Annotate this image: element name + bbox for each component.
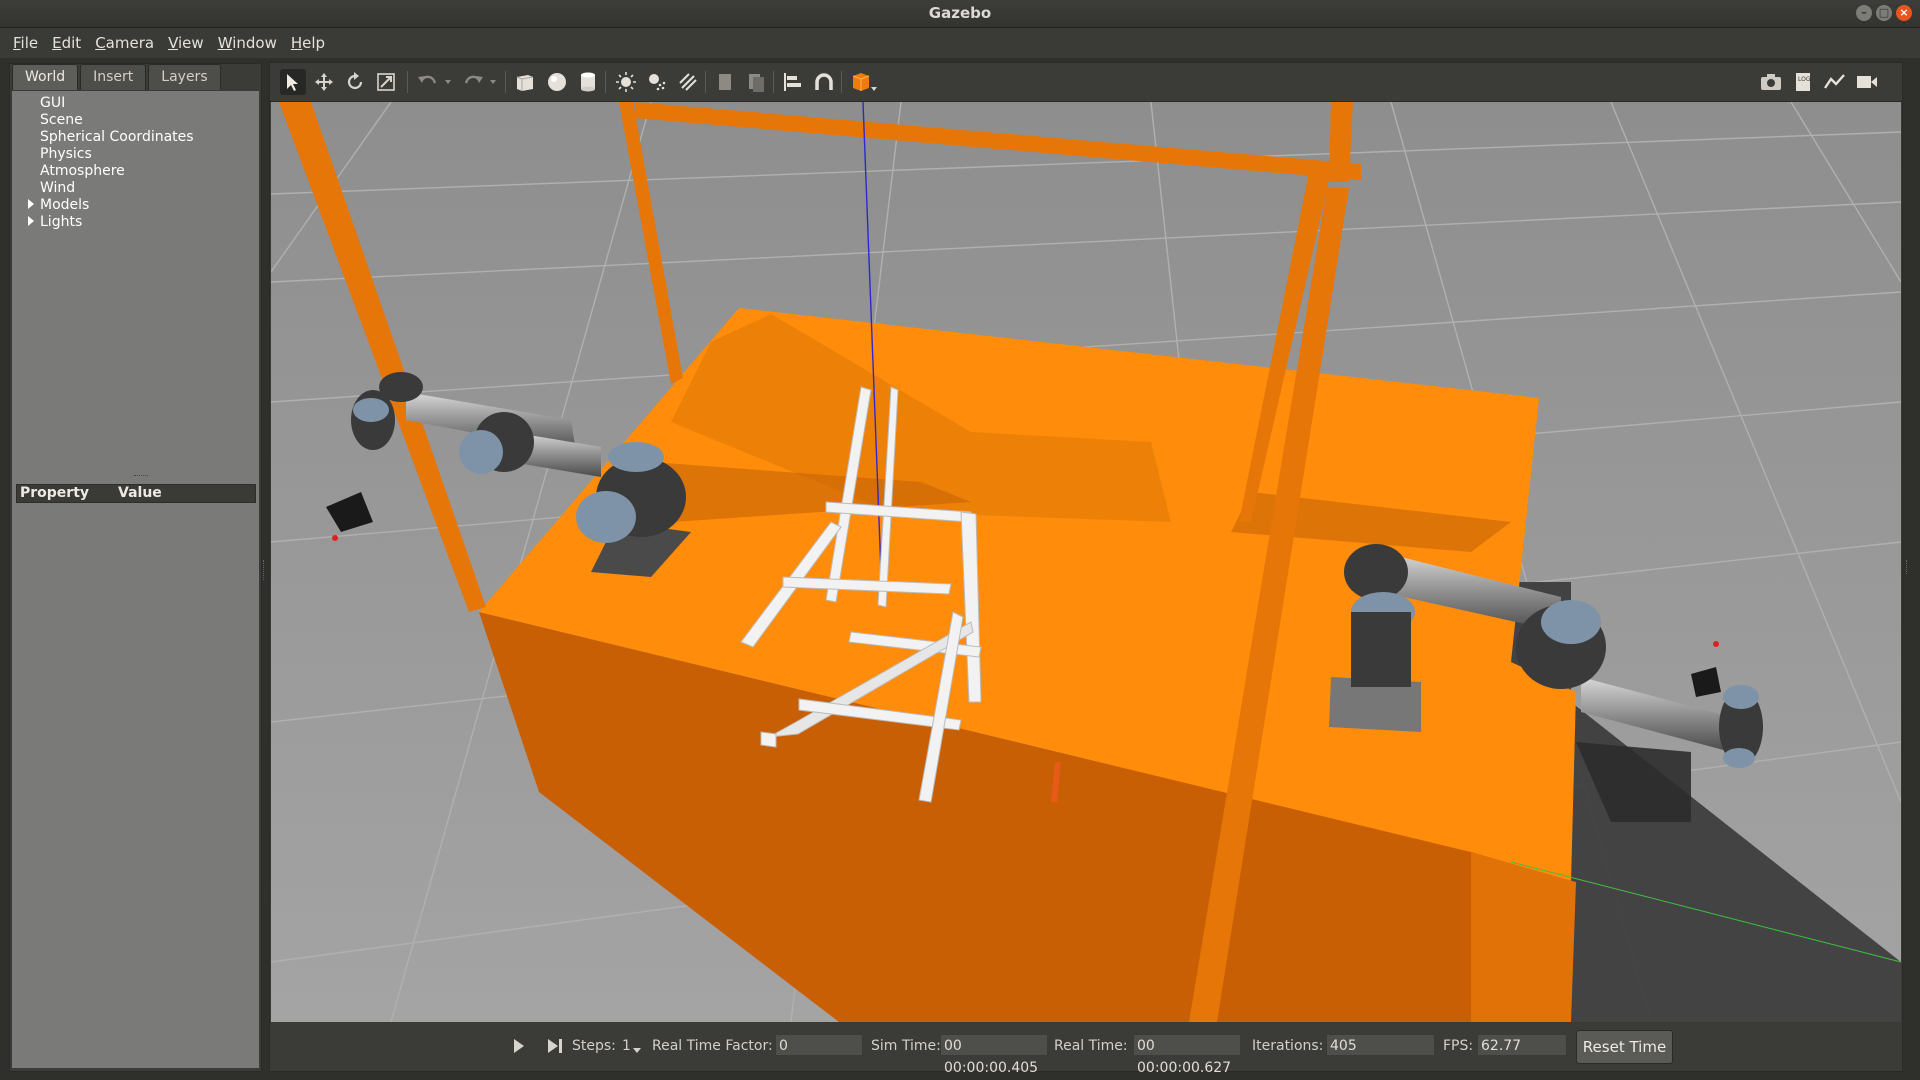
- redo-icon[interactable]: [460, 69, 486, 95]
- directional-light-icon[interactable]: [675, 69, 701, 95]
- scene-render: [271, 102, 1901, 1022]
- menu-camera[interactable]: Camera: [88, 34, 161, 52]
- undo-dropdown-icon[interactable]: [441, 69, 455, 95]
- world-tree: GUI Scene Spherical Coordinates Physics …: [12, 91, 259, 471]
- tree-item-wind[interactable]: Wind: [40, 180, 75, 196]
- menu-view[interactable]: View: [161, 34, 211, 52]
- snap-icon[interactable]: [811, 69, 837, 95]
- tab-insert[interactable]: Insert: [80, 64, 147, 90]
- tree-item-atmosphere[interactable]: Atmosphere: [40, 163, 125, 179]
- minimize-icon[interactable]: –: [1856, 5, 1872, 21]
- cylinder-icon[interactable]: [575, 69, 601, 95]
- menu-file[interactable]: File: [6, 34, 45, 52]
- property-panel: Property Value: [12, 484, 259, 1068]
- translate-icon[interactable]: [311, 69, 337, 95]
- view-angle-icon[interactable]: [848, 69, 882, 95]
- paste-icon[interactable]: [743, 69, 769, 95]
- real-time-factor-field: 0: [775, 1034, 863, 1056]
- title-bar: Gazebo – □ ×: [0, 0, 1920, 28]
- plot-icon[interactable]: [1822, 69, 1848, 95]
- menu-edit[interactable]: Edit: [45, 34, 88, 52]
- tree-item-physics[interactable]: Physics: [40, 146, 92, 162]
- real-time-field: 00 00:00:00.627: [1133, 1034, 1241, 1076]
- rotate-icon[interactable]: [342, 69, 368, 95]
- log-icon[interactable]: LOG: [1790, 69, 1816, 95]
- fps-field: 62.77: [1477, 1034, 1567, 1056]
- close-icon[interactable]: ×: [1896, 5, 1912, 21]
- expand-arrow-icon[interactable]: [28, 199, 34, 209]
- menu-window[interactable]: Window: [211, 34, 284, 52]
- select-icon[interactable]: [280, 69, 306, 95]
- box-icon[interactable]: [512, 69, 538, 95]
- steps-dropdown-icon[interactable]: [632, 1043, 642, 1059]
- panel-tabs: World Insert Layers: [12, 64, 223, 90]
- iterations-field: 405: [1326, 1034, 1435, 1056]
- sim-time-field: 00 00:00:00.405: [940, 1034, 1048, 1076]
- tab-world[interactable]: World: [12, 64, 79, 90]
- right-panel-splitter[interactable]: [1906, 560, 1910, 574]
- real-time-label: Real Time:: [1054, 1038, 1128, 1054]
- screenshot-icon[interactable]: [1758, 69, 1784, 95]
- tree-item-models[interactable]: Models: [28, 197, 90, 213]
- window-controls: – □ ×: [1856, 5, 1912, 21]
- point-light-icon[interactable]: [613, 69, 639, 95]
- steps-value[interactable]: 1: [622, 1038, 631, 1054]
- menu-bar: File Edit Camera View Window Help: [0, 28, 1920, 58]
- toolbar: LOG: [270, 63, 1902, 102]
- spot-light-icon[interactable]: [644, 69, 670, 95]
- undo-icon[interactable]: [415, 69, 441, 95]
- tree-item-models-label: Models: [40, 197, 90, 213]
- fps-label: FPS:: [1443, 1038, 1474, 1054]
- scene-viewport[interactable]: [271, 102, 1901, 1022]
- menu-help[interactable]: Help: [284, 34, 332, 52]
- scale-icon[interactable]: [373, 69, 399, 95]
- sphere-icon[interactable]: [544, 69, 570, 95]
- panel-splitter[interactable]: [12, 471, 259, 484]
- value-column-label: Value: [118, 485, 162, 501]
- maximize-icon[interactable]: □: [1876, 5, 1892, 21]
- real-time-factor-label: Real Time Factor:: [652, 1038, 773, 1054]
- tree-item-lights[interactable]: Lights: [28, 214, 83, 230]
- tab-layers[interactable]: Layers: [148, 64, 221, 90]
- iterations-label: Iterations:: [1252, 1038, 1324, 1054]
- tree-item-scene[interactable]: Scene: [40, 112, 83, 128]
- window-title: Gazebo: [928, 4, 992, 22]
- property-header: Property Value: [16, 484, 256, 503]
- step-icon[interactable]: [546, 1037, 564, 1059]
- svg-text:LOG: LOG: [1798, 76, 1811, 83]
- reset-time-button[interactable]: Reset Time: [1576, 1030, 1673, 1064]
- property-column-label: Property: [20, 485, 90, 501]
- align-icon[interactable]: [780, 69, 806, 95]
- tree-item-spherical-coordinates[interactable]: Spherical Coordinates: [40, 129, 194, 145]
- redo-dropdown-icon[interactable]: [486, 69, 500, 95]
- steps-label: Steps:: [572, 1038, 616, 1054]
- expand-arrow-icon[interactable]: [28, 216, 34, 226]
- copy-icon[interactable]: [712, 69, 738, 95]
- sim-time-label: Sim Time:: [871, 1038, 941, 1054]
- tree-item-gui[interactable]: GUI: [40, 95, 65, 111]
- bottom-bar: Steps: 1 Real Time Factor: 0 Sim Time: 0…: [270, 1023, 1902, 1076]
- tree-item-lights-label: Lights: [40, 214, 83, 230]
- record-icon[interactable]: [1854, 69, 1880, 95]
- left-panel-splitter[interactable]: [263, 560, 267, 580]
- play-icon[interactable]: [512, 1037, 526, 1059]
- main-frame: LOG Steps: 1 Real Time Factor: 0 Sim Tim…: [269, 62, 1903, 1076]
- left-panel: World Insert Layers GUI Scene Spherical …: [9, 63, 262, 1072]
